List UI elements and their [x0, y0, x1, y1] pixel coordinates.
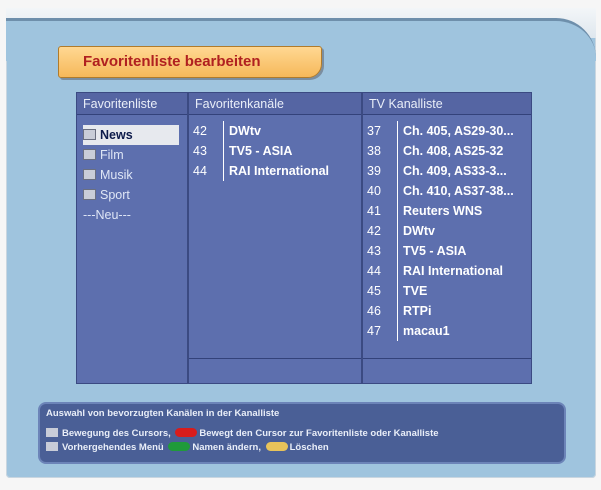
channel-number: 42 — [193, 124, 207, 138]
favorite-list-label: Musik — [100, 168, 133, 182]
help-bar: Auswahl von bevorzugten Kanälen in der K… — [38, 402, 566, 464]
channel-number: 37 — [367, 124, 381, 138]
number-separator — [397, 281, 398, 301]
menu-key-icon — [46, 442, 58, 451]
channel-name: RAI International — [403, 264, 504, 278]
number-separator — [397, 181, 398, 201]
channel-name: Ch. 408, AS25-32 — [403, 144, 504, 158]
channel-name: TV5 - ASIA — [403, 244, 467, 258]
favorite-channels-header: Favoritenkanäle — [189, 93, 361, 115]
channel-number: 46 — [367, 304, 381, 318]
channel-row[interactable]: 43 TV5 - ASIA — [189, 141, 361, 161]
channel-row[interactable]: 41 Reuters WNS — [363, 201, 531, 221]
channel-row[interactable]: 39 Ch. 409, AS33-3... — [363, 161, 531, 181]
channel-name: RAI International — [229, 164, 330, 178]
number-separator — [397, 241, 398, 261]
number-separator — [397, 221, 398, 241]
red-button-hint: Bewegt den Cursor zur Favoritenliste ode… — [199, 428, 439, 439]
favorite-list-item[interactable]: Film — [83, 145, 124, 165]
channel-name: macau1 — [403, 324, 450, 338]
favorite-list-item[interactable]: News — [83, 125, 179, 145]
channel-number: 41 — [367, 204, 381, 218]
green-button-icon — [168, 442, 191, 451]
favorite-list-item[interactable]: ---Neu--- — [83, 205, 131, 225]
help-line-menu: Vorhergehendes Menü Namen ändern, Lösche… — [46, 442, 329, 453]
channel-row[interactable]: 47 macau1 — [363, 321, 531, 341]
favorite-list-label: Film — [100, 148, 124, 162]
favorite-channels-footer — [189, 358, 361, 383]
folder-icon — [83, 129, 96, 140]
favorites-list-header: Favoritenliste — [77, 93, 187, 115]
tv-channel-list-header: TV Kanalliste — [363, 93, 531, 115]
channel-name: DWtv — [403, 224, 435, 238]
folder-icon — [83, 149, 96, 160]
folder-icon — [83, 169, 96, 180]
folder-icon — [83, 189, 96, 200]
arrow-keys-icon — [46, 428, 58, 437]
channel-row[interactable]: 45 TVE — [363, 281, 531, 301]
channel-number: 39 — [367, 164, 381, 178]
yellow-button-icon — [265, 442, 288, 451]
channel-number: 47 — [367, 324, 381, 338]
favorite-channels-panel: Favoritenkanäle 42 DWtv 43 TV5 - ASIA 44 RAI … — [188, 92, 362, 384]
favorite-list-label: ---Neu--- — [83, 208, 131, 222]
channel-number: 44 — [193, 164, 207, 178]
channel-number: 38 — [367, 144, 381, 158]
channel-row[interactable]: 43 TV5 - ASIA — [363, 241, 531, 261]
help-line-cursor: Bewegung des Cursors, Bewegt den Cursor … — [46, 428, 439, 439]
tv-channel-list-footer — [363, 358, 531, 383]
channel-name: TVE — [403, 284, 428, 298]
channel-row[interactable]: 42 DWtv — [363, 221, 531, 241]
number-separator — [397, 201, 398, 221]
channel-row[interactable]: 44 RAI International — [189, 161, 361, 181]
number-separator — [397, 141, 398, 161]
number-separator — [223, 161, 224, 181]
channel-name: Ch. 410, AS37-38... — [403, 184, 514, 198]
favorite-list-item[interactable]: Sport — [83, 185, 130, 205]
channel-number: 43 — [367, 244, 381, 258]
help-title: Auswahl von bevorzugten Kanälen in der K… — [46, 408, 280, 419]
favorite-list-label: News — [100, 128, 133, 142]
favorites-list-panel: Favoritenliste News Film Musik Sport ---Neu-… — [76, 92, 188, 384]
channel-row[interactable]: 38 Ch. 408, AS25-32 — [363, 141, 531, 161]
number-separator — [397, 261, 398, 281]
number-separator — [397, 161, 398, 181]
menu-hint: Vorhergehendes Menü — [62, 442, 164, 453]
tv-channel-list-panel: TV Kanalliste 37 Ch. 405, AS29-30... 38 Ch.… — [362, 92, 532, 384]
channel-name: DWtv — [229, 124, 261, 138]
number-separator — [397, 121, 398, 141]
red-button-icon — [175, 428, 198, 437]
number-separator — [397, 301, 398, 321]
channel-name: Ch. 409, AS33-3... — [403, 164, 507, 178]
channel-row[interactable]: 37 Ch. 405, AS29-30... — [363, 121, 531, 141]
channel-name: Ch. 405, AS29-30... — [403, 124, 514, 138]
number-separator — [397, 321, 398, 341]
number-separator — [223, 121, 224, 141]
cursor-hint: Bewegung des Cursors, — [62, 428, 171, 439]
page-title: Favoritenliste bearbeiten — [83, 53, 261, 70]
channel-number: 40 — [367, 184, 381, 198]
title-tab: Favoritenliste bearbeiten — [58, 46, 322, 78]
favorite-list-item[interactable]: Musik — [83, 165, 133, 185]
channel-number: 42 — [367, 224, 381, 238]
number-separator — [223, 141, 224, 161]
channel-name: Reuters WNS — [403, 204, 483, 218]
channel-row[interactable]: 42 DWtv — [189, 121, 361, 141]
favorite-list-label: Sport — [100, 188, 130, 202]
yellow-button-hint: Löschen — [289, 442, 329, 453]
green-button-hint: Namen ändern, — [192, 442, 261, 453]
channel-number: 43 — [193, 144, 207, 158]
channel-number: 45 — [367, 284, 381, 298]
channel-row[interactable]: 44 RAI International — [363, 261, 531, 281]
channel-row[interactable]: 46 RTPi — [363, 301, 531, 321]
channel-row[interactable]: 40 Ch. 410, AS37-38... — [363, 181, 531, 201]
channel-name: TV5 - ASIA — [229, 144, 293, 158]
channel-name: RTPi — [403, 304, 432, 318]
channel-number: 44 — [367, 264, 381, 278]
